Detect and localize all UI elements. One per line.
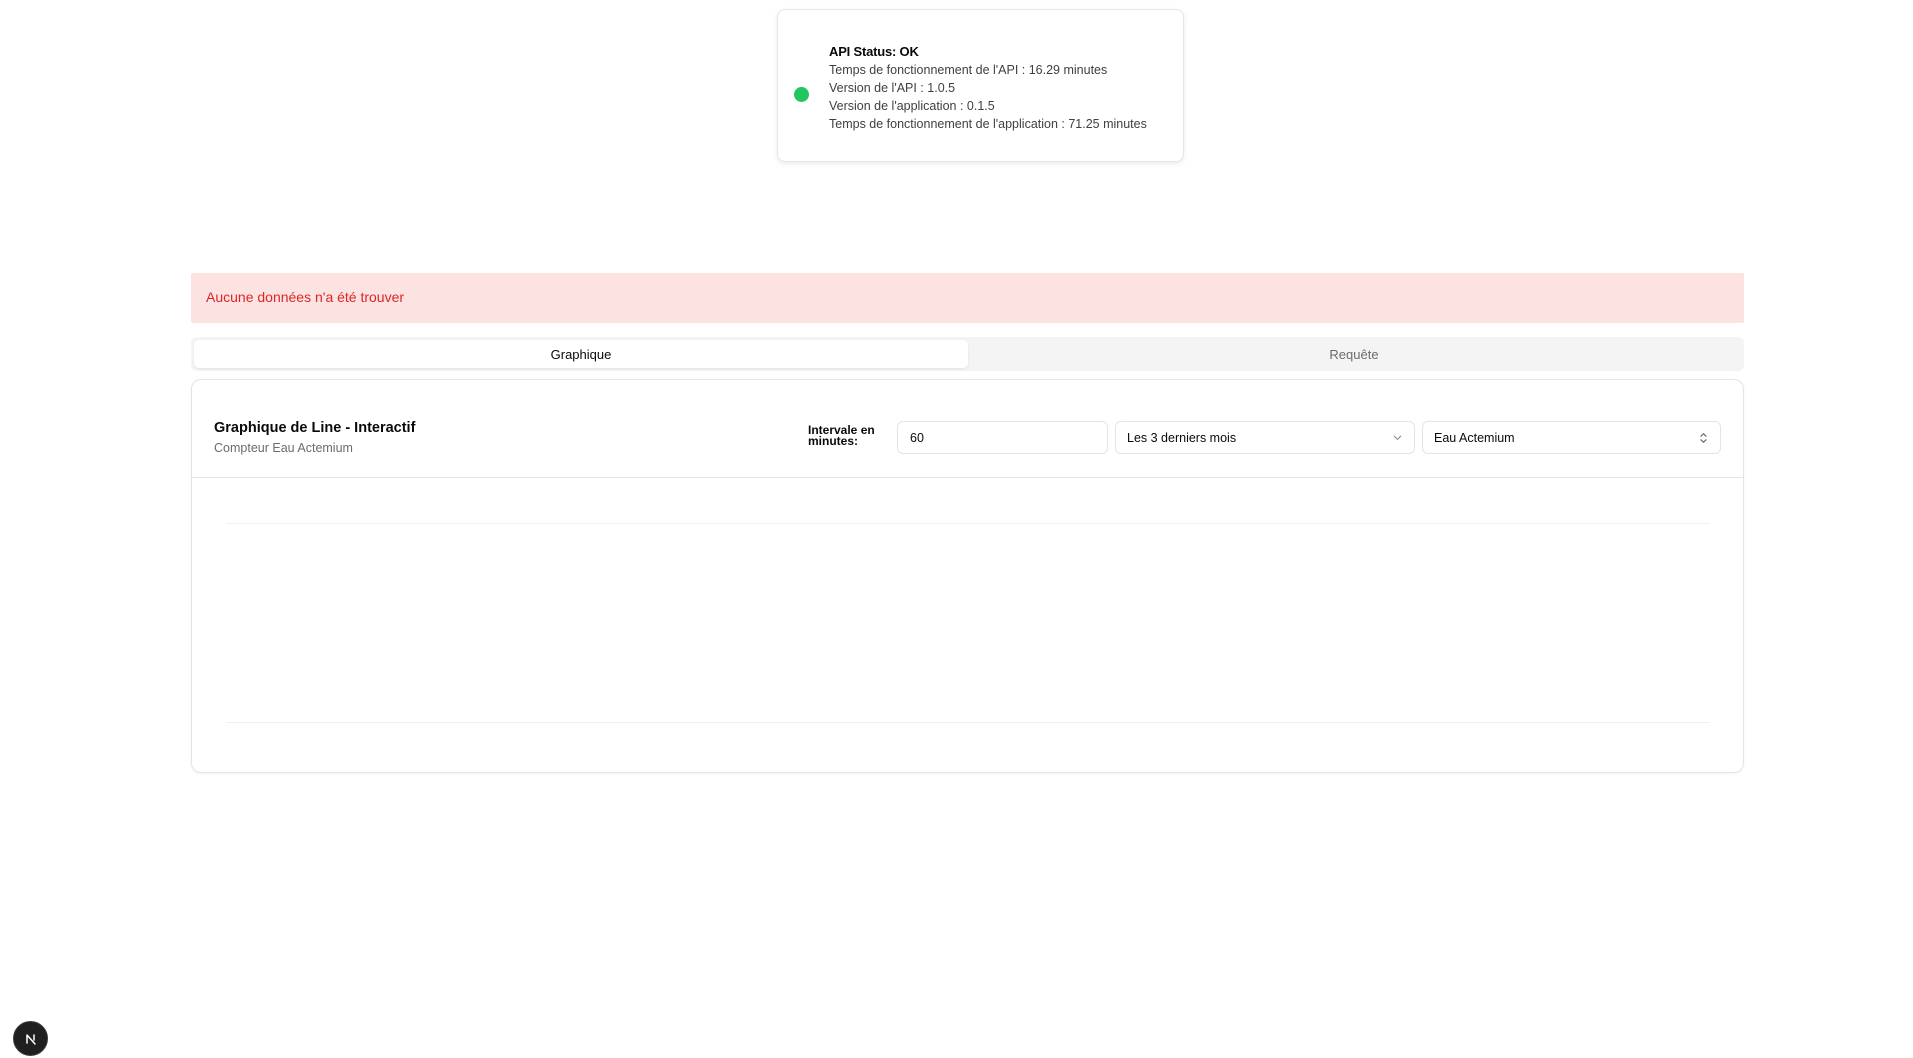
interval-label: Intervale en minutes: [808, 423, 875, 448]
chart-card: Graphique de Line - Interactif Compteur … [191, 379, 1744, 773]
app-uptime: Temps de fonctionnement de l'application… [829, 117, 1147, 131]
status-indicator-dot [794, 87, 809, 102]
api-status-card: API Status: OK Temps de fonctionnement d… [777, 9, 1184, 162]
chevron-up-down-icon [1697, 432, 1709, 444]
tab-requete[interactable]: Requête [967, 340, 1741, 368]
chart-subtitle: Compteur Eau Actemium [214, 441, 353, 455]
chart-grid-line-top [226, 523, 1710, 524]
api-status-title: API Status: OK [829, 44, 919, 59]
api-version: Version de l'API : 1.0.5 [829, 81, 956, 95]
time-range-select[interactable]: Les 3 derniers mois [1115, 421, 1415, 454]
page: API Status: OK Temps de fonctionnement d… [0, 0, 1913, 1058]
chevron-down-icon [1391, 432, 1403, 444]
view-tabs: Graphique Requête [191, 337, 1744, 371]
api-uptime: Temps de fonctionnement de l'API : 16.29… [829, 63, 1108, 77]
status-details: API Status: OK Temps de fonctionnement d… [829, 43, 1147, 133]
no-data-alert: Aucune données n'a été trouver [191, 273, 1744, 323]
sensor-value: Eau Actemium [1434, 430, 1515, 445]
chart-grid-line-bottom [226, 722, 1710, 723]
nextjs-logo-icon[interactable] [13, 1021, 48, 1056]
chart-card-header: Graphique de Line - Interactif Compteur … [192, 380, 1743, 478]
interval-input[interactable] [897, 421, 1108, 454]
tab-graphique[interactable]: Graphique [194, 340, 968, 368]
time-range-value: Les 3 derniers mois [1127, 430, 1237, 445]
sensor-select[interactable]: Eau Actemium [1422, 421, 1721, 454]
alert-message: Aucune données n'a été trouver [206, 289, 405, 305]
chart-title: Graphique de Line - Interactif [214, 420, 416, 436]
app-version: Version de l'application : 0.1.5 [829, 99, 995, 113]
